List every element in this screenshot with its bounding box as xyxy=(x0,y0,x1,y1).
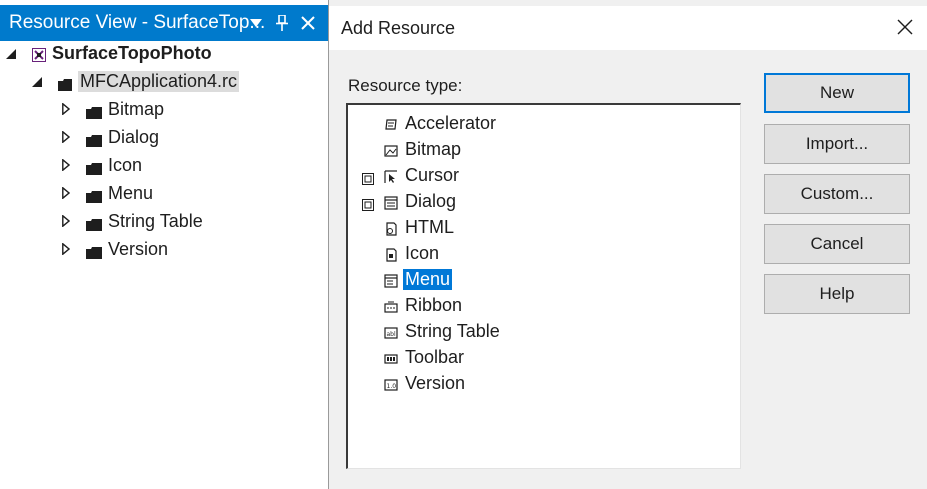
resource-item-menu[interactable]: Menu xyxy=(348,267,728,291)
new-button[interactable]: New xyxy=(764,73,910,113)
cancel-button[interactable]: Cancel xyxy=(764,224,910,264)
dropdown-icon[interactable] xyxy=(245,11,267,35)
html-icon xyxy=(384,220,398,236)
resource-item-version[interactable]: 1.0 Version xyxy=(348,371,728,395)
collapsed-arrow-icon[interactable] xyxy=(62,183,72,204)
resource-item-label: Bitmap xyxy=(405,138,462,159)
resource-item-label: String Table xyxy=(405,320,500,341)
tree-folder-dialog[interactable]: Dialog xyxy=(62,124,159,150)
resource-item-label: Accelerator xyxy=(405,112,497,133)
expand-plus-icon[interactable] xyxy=(362,195,374,211)
resource-item-label: Icon xyxy=(405,242,440,263)
resource-item-dialog[interactable]: Dialog xyxy=(348,189,728,213)
rc-file-label: MFCApplication4.rc xyxy=(78,70,240,92)
folder-icon xyxy=(86,215,102,231)
dialog-close-icon[interactable] xyxy=(892,14,918,40)
folder-icon xyxy=(86,243,102,259)
resource-type-label: Resource type: xyxy=(348,76,463,95)
tree-folder-menu[interactable]: Menu xyxy=(62,180,153,206)
expand-arrow-icon[interactable] xyxy=(6,43,20,64)
resource-item-label-selected: Menu xyxy=(403,268,453,290)
tree-folder-bitmap[interactable]: Bitmap xyxy=(62,96,164,122)
resource-item-label: Toolbar xyxy=(405,346,465,367)
tree-folder-version[interactable]: Version xyxy=(62,236,168,262)
resource-item-string-table[interactable]: abl String Table xyxy=(348,319,728,343)
project-label: SurfaceTopoPhoto xyxy=(52,42,212,63)
custom-button[interactable]: Custom... xyxy=(764,174,910,214)
add-resource-dialog: Add Resource Resource type: Accelerator xyxy=(328,0,927,489)
resource-item-icon[interactable]: Icon xyxy=(348,241,728,265)
resource-view-panel: Resource View - SurfaceTop... SurfaceTop… xyxy=(0,0,328,489)
resource-view-title: Resource View - SurfaceTop... xyxy=(9,12,266,33)
folder-label: Icon xyxy=(108,154,143,175)
resource-type-list[interactable]: Accelerator Bitmap Cursor Dialog HTML Ic… xyxy=(346,103,741,469)
resource-item-cursor[interactable]: Cursor xyxy=(348,163,728,187)
tree-rc-file-node[interactable]: MFCApplication4.rc xyxy=(32,68,240,94)
folder-label: Bitmap xyxy=(108,98,165,119)
resource-item-html[interactable]: HTML xyxy=(348,215,728,239)
folder-icon xyxy=(86,159,102,175)
collapsed-arrow-icon[interactable] xyxy=(62,155,72,176)
resource-item-accelerator[interactable]: Accelerator xyxy=(348,111,728,135)
collapsed-arrow-icon[interactable] xyxy=(62,127,72,148)
folder-open-icon xyxy=(58,75,74,91)
bitmap-icon xyxy=(384,142,398,157)
dialog-title: Add Resource xyxy=(341,18,456,38)
project-icon xyxy=(32,46,46,62)
collapsed-arrow-icon[interactable] xyxy=(62,239,72,260)
ribbon-icon xyxy=(384,298,398,313)
icon-resource-icon xyxy=(384,246,398,262)
resource-item-ribbon[interactable]: Ribbon xyxy=(348,293,728,317)
string-table-icon: abl xyxy=(384,324,398,339)
cursor-icon xyxy=(384,168,398,183)
help-button[interactable]: Help xyxy=(764,274,910,314)
menu-icon xyxy=(384,272,398,288)
resource-item-bitmap[interactable]: Bitmap xyxy=(348,137,728,161)
expand-plus-icon[interactable] xyxy=(362,169,374,185)
svg-text:1.0: 1.0 xyxy=(387,383,397,390)
import-button[interactable]: Import... xyxy=(764,124,910,164)
resource-item-label: Cursor xyxy=(405,164,460,185)
tree-project-node[interactable]: SurfaceTopoPhoto xyxy=(6,40,212,66)
folder-label: Version xyxy=(108,238,169,259)
folder-icon xyxy=(86,103,102,119)
pin-icon[interactable] xyxy=(271,11,293,35)
tree-folder-string-table[interactable]: String Table xyxy=(62,208,203,234)
folder-label: String Table xyxy=(108,210,203,231)
dialog-icon xyxy=(384,194,398,210)
accelerator-icon xyxy=(384,116,398,130)
resource-item-toolbar[interactable]: Toolbar xyxy=(348,345,728,369)
collapsed-arrow-icon[interactable] xyxy=(62,99,72,120)
resource-item-label: Dialog xyxy=(405,190,457,211)
resource-view-titlebar: Resource View - SurfaceTop... xyxy=(0,5,328,41)
folder-label: Menu xyxy=(108,182,154,203)
resource-item-label: Ribbon xyxy=(405,294,463,315)
folder-icon xyxy=(86,131,102,147)
collapsed-arrow-icon[interactable] xyxy=(62,211,72,232)
close-icon[interactable] xyxy=(297,11,319,35)
folder-icon xyxy=(86,187,102,203)
dialog-titlebar: Add Resource xyxy=(329,6,927,50)
svg-text:abl: abl xyxy=(387,331,396,338)
toolbar-icon xyxy=(384,350,398,364)
tree-folder-icon[interactable]: Icon xyxy=(62,152,142,178)
expand-arrow-icon[interactable] xyxy=(32,71,46,92)
version-icon: 1.0 xyxy=(384,376,398,391)
resource-item-label: HTML xyxy=(405,216,454,237)
resource-item-label: Version xyxy=(405,372,466,393)
folder-label: Dialog xyxy=(108,126,160,147)
